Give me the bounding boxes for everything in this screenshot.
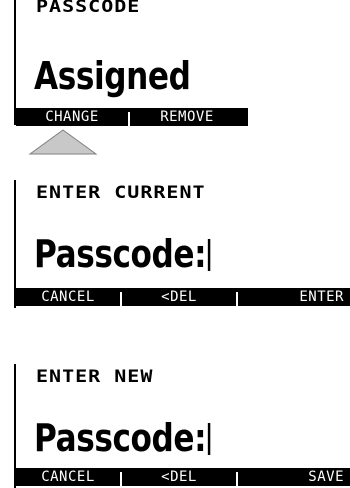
cancel-softkey[interactable]: CANCEL [16,468,120,486]
up-triangle-icon [28,129,98,155]
delete-softkey[interactable]: <DEL [122,288,236,306]
softkey-bar: CANCEL <DEL SAVE [16,468,350,486]
passcode-input-line[interactable]: Passcode: [34,232,211,276]
change-softkey[interactable]: CHANGE [16,108,128,126]
softkey-bar: CANCEL <DEL ENTER [16,288,350,306]
screen-title: ENTER NEW [36,366,154,387]
enter-current-passcode-screen: ENTER CURRENT Passcode: CANCEL <DEL ENTE… [14,180,350,308]
delete-softkey[interactable]: <DEL [122,468,236,486]
phone-display-sequence: PASSCODE Assigned CHANGE REMOVE ENTER CU… [0,0,350,488]
passcode-status-screen: PASSCODE Assigned CHANGE REMOVE [14,0,350,126]
softkey-bar: CHANGE REMOVE [16,108,248,126]
text-cursor [207,423,211,455]
passcode-label: Passcode: [34,232,207,276]
text-cursor [207,239,211,271]
passcode-status-value: Assigned [34,54,191,98]
screen-title: ENTER CURRENT [36,182,206,203]
screen-title: PASSCODE [36,0,141,17]
enter-softkey[interactable]: ENTER [238,288,350,306]
enter-new-passcode-screen: ENTER NEW Passcode: CANCEL <DEL SAVE [14,364,350,488]
remove-softkey[interactable]: REMOVE [130,108,244,126]
cancel-softkey[interactable]: CANCEL [16,288,120,306]
passcode-input-line[interactable]: Passcode: [34,416,211,460]
save-softkey[interactable]: SAVE [238,468,350,486]
passcode-label: Passcode: [34,416,207,460]
